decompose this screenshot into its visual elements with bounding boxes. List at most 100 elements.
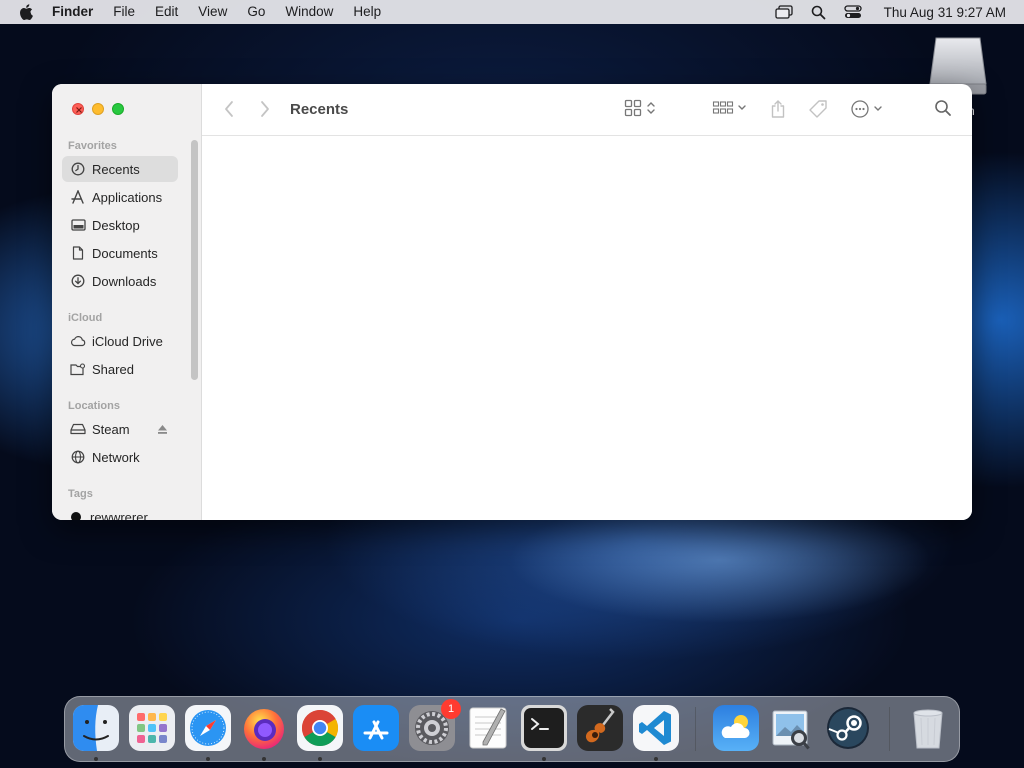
- sidebar-section-locations: Locations: [68, 400, 120, 412]
- weather-icon: [713, 705, 759, 751]
- preview-icon: [772, 710, 810, 750]
- screen-mirroring-icon[interactable]: [775, 5, 793, 19]
- applications-icon: [70, 189, 86, 205]
- file-content-area[interactable]: [202, 137, 972, 520]
- menu-window[interactable]: Window: [275, 0, 343, 24]
- menu-view[interactable]: View: [188, 0, 237, 24]
- launchpad-icon: [129, 705, 175, 751]
- dock-terminal[interactable]: [521, 705, 567, 751]
- download-icon: [70, 273, 86, 289]
- textedit-icon: [469, 707, 507, 749]
- back-button[interactable]: [222, 99, 236, 119]
- finder-window: Favorites Recents Applications Desktop D…: [52, 84, 972, 520]
- share-button[interactable]: [770, 99, 786, 119]
- dock-textedit[interactable]: [465, 705, 511, 751]
- group-by-button[interactable]: [712, 99, 747, 117]
- sidebar-section-favorites: Favorites: [68, 140, 117, 152]
- dock-chrome[interactable]: [297, 705, 343, 751]
- minimize-button[interactable]: [92, 103, 104, 115]
- sidebar-item-recents[interactable]: Recents: [62, 156, 178, 182]
- icon-grid-icon: [624, 99, 642, 117]
- sidebar-item-label: Steam: [92, 421, 130, 437]
- dock-garageband[interactable]: [577, 705, 623, 751]
- tag-button[interactable]: [808, 99, 828, 119]
- view-mode-button[interactable]: [624, 99, 656, 117]
- guitar-icon: [577, 705, 623, 751]
- running-indicator: [94, 757, 98, 761]
- chrome-icon: [297, 705, 343, 751]
- dock-vscode[interactable]: [633, 705, 679, 751]
- sidebar-item-downloads[interactable]: Downloads: [62, 268, 178, 294]
- menu-bar: Finder File Edit View Go Window Help Thu…: [0, 0, 1024, 24]
- app-store-icon: [353, 705, 399, 751]
- running-indicator: [654, 757, 658, 761]
- sidebar-section-icloud: iCloud: [68, 312, 103, 324]
- apple-menu[interactable]: [0, 4, 52, 20]
- close-button[interactable]: [72, 103, 84, 115]
- dock-trash[interactable]: [905, 705, 951, 751]
- spotlight-search-icon[interactable]: [811, 5, 826, 20]
- dock-launchpad[interactable]: [129, 705, 175, 751]
- chevron-right-icon: [261, 101, 269, 117]
- running-indicator: [542, 757, 546, 761]
- running-indicator: [262, 757, 266, 761]
- dock-steam[interactable]: [825, 705, 871, 751]
- maximize-button[interactable]: [112, 103, 124, 115]
- steam-icon: [827, 707, 869, 749]
- dock-finder[interactable]: [73, 705, 119, 751]
- sidebar-item-label: Documents: [92, 245, 158, 261]
- menu-app-finder[interactable]: Finder: [52, 0, 103, 24]
- sidebar-item-label: Desktop: [92, 217, 140, 233]
- sidebar-item-shared[interactable]: Shared: [62, 356, 178, 382]
- dock: 1: [64, 696, 960, 762]
- sidebar-item-label: Shared: [92, 361, 134, 377]
- sidebar-item-icloud-drive[interactable]: iCloud Drive: [62, 328, 178, 354]
- chevron-updown-icon: [647, 102, 655, 114]
- sidebar-section-tags: Tags: [68, 488, 93, 500]
- sidebar-item-tag[interactable]: rewwrerer: [62, 504, 178, 520]
- safari-icon: [185, 705, 231, 751]
- sidebar-item-applications[interactable]: Applications: [62, 184, 178, 210]
- menu-clock[interactable]: Thu Aug 31 9:27 AM: [884, 5, 1006, 20]
- document-icon: [70, 245, 86, 261]
- dock-separator: [889, 707, 890, 751]
- close-icon: [76, 107, 82, 113]
- search-icon: [935, 100, 951, 116]
- dock-separator: [695, 707, 696, 751]
- search-button[interactable]: [934, 99, 952, 117]
- sidebar-item-label: Recents: [92, 161, 140, 177]
- toolbar: Recents: [202, 84, 972, 136]
- tag-icon: [809, 100, 827, 118]
- window-title: Recents: [290, 101, 349, 118]
- sidebar: Favorites Recents Applications Desktop D…: [52, 84, 202, 520]
- sidebar-item-label: Downloads: [92, 273, 157, 289]
- apple-icon: [20, 4, 33, 20]
- sidebar-item-documents[interactable]: Documents: [62, 240, 178, 266]
- menu-help[interactable]: Help: [343, 0, 391, 24]
- sidebar-item-network[interactable]: Network: [62, 444, 178, 470]
- eject-icon[interactable]: [157, 423, 168, 438]
- dock-weather[interactable]: [713, 705, 759, 751]
- dock-system-settings[interactable]: 1: [409, 699, 461, 751]
- cloud-icon: [70, 333, 86, 349]
- dock-preview[interactable]: [769, 705, 815, 751]
- sidebar-scrollbar[interactable]: [191, 140, 198, 380]
- menu-edit[interactable]: Edit: [145, 0, 188, 24]
- control-center-icon[interactable]: [844, 5, 862, 19]
- dock-firefox[interactable]: [241, 705, 287, 751]
- globe-icon: [70, 449, 86, 465]
- forward-button[interactable]: [258, 99, 272, 119]
- menu-file[interactable]: File: [103, 0, 145, 24]
- share-icon: [771, 100, 785, 118]
- dock-safari[interactable]: [185, 705, 231, 751]
- dock-app-store[interactable]: [353, 705, 399, 751]
- notification-badge: 1: [441, 699, 461, 719]
- tag-color-dot: [71, 512, 81, 520]
- shared-folder-icon: [70, 361, 86, 377]
- chevron-down-icon: [738, 105, 746, 110]
- sidebar-item-steam[interactable]: Steam: [62, 416, 178, 442]
- action-menu-button[interactable]: [850, 99, 883, 119]
- terminal-icon: [521, 705, 567, 751]
- menu-go[interactable]: Go: [237, 0, 275, 24]
- sidebar-item-desktop[interactable]: Desktop: [62, 212, 178, 238]
